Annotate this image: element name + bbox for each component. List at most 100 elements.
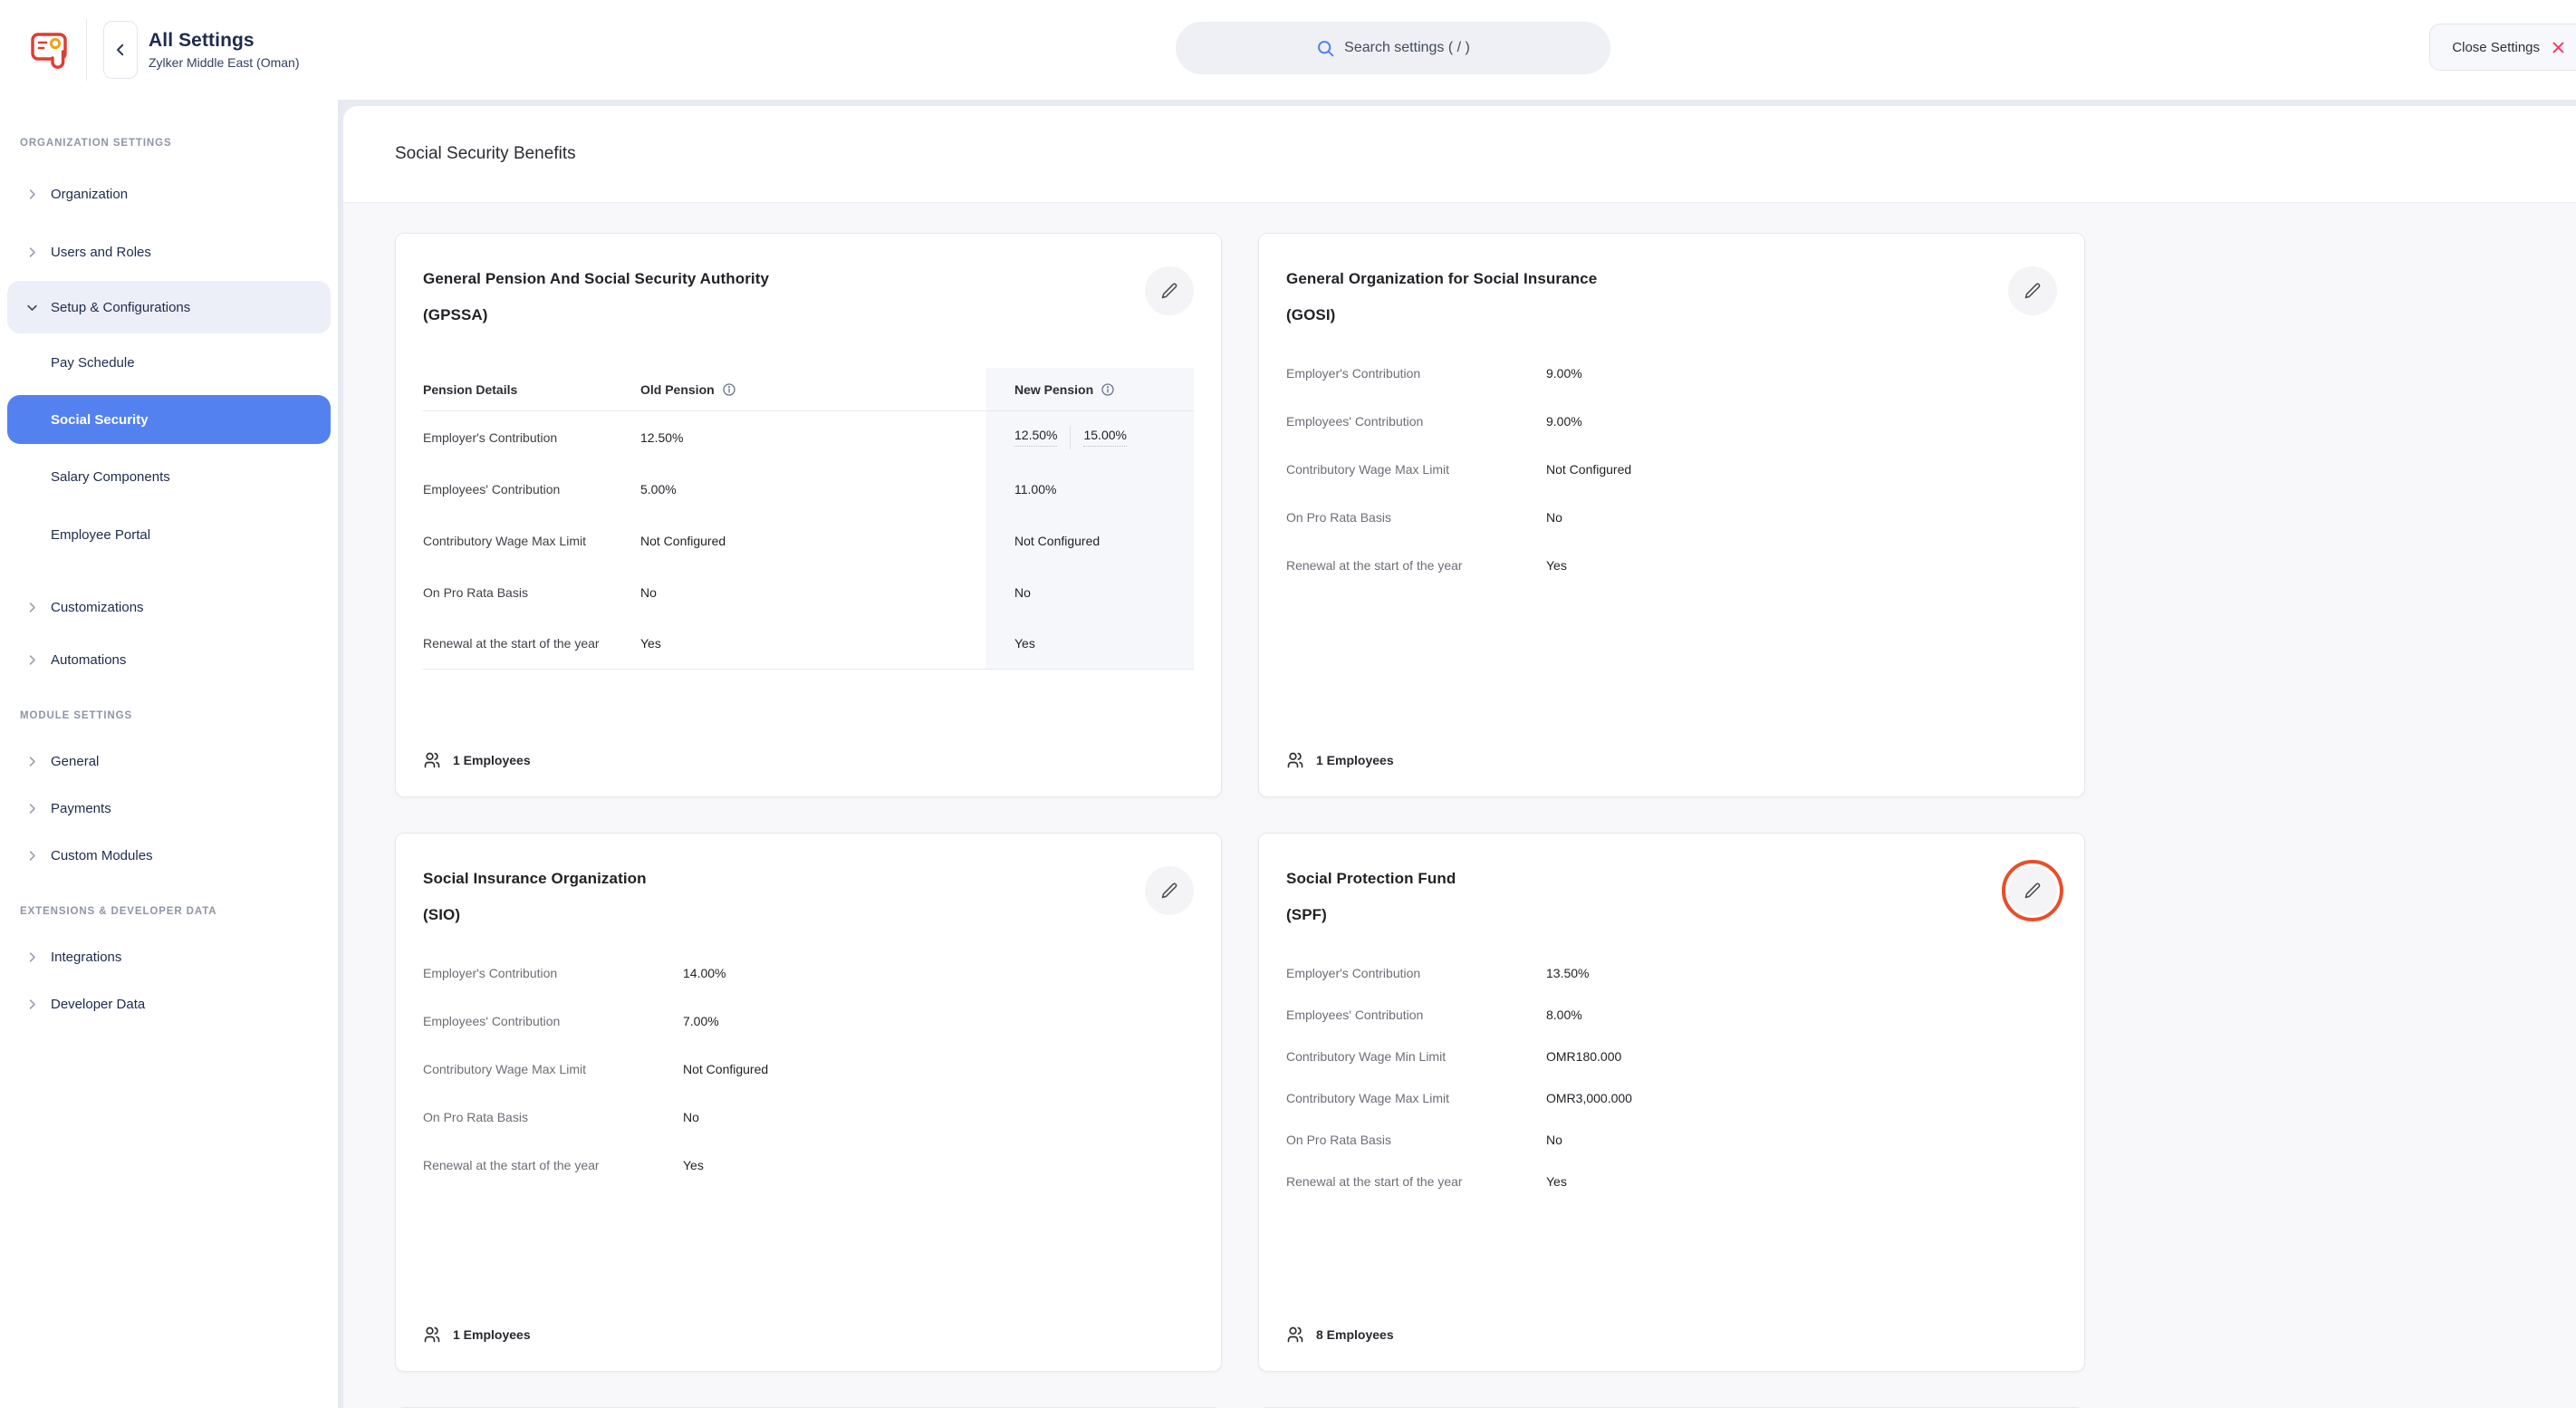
back-button[interactable] xyxy=(103,21,138,79)
gpssa-employees-count: 1 Employees xyxy=(423,751,1194,769)
gpssa-card: General Pension And Social Security Auth… xyxy=(395,233,1222,797)
table-row-new-value: 11.00% xyxy=(985,463,1194,515)
pencil-icon xyxy=(1160,282,1178,300)
sidebar-item-employee-portal[interactable]: Employee Portal xyxy=(0,506,338,564)
sio-card-title: Social Insurance Organization (SIO) xyxy=(423,861,647,933)
sidebar-item-salary-components[interactable]: Salary Components xyxy=(0,448,338,506)
pencil-icon xyxy=(2023,882,2042,900)
sidebar-item-general[interactable]: General xyxy=(0,738,338,785)
sio-details: Employer's Contribution14.00% Employees'… xyxy=(423,966,1194,1206)
search-icon xyxy=(1316,39,1335,58)
gosi-card-title: General Organization for Social Insuranc… xyxy=(1286,261,1597,333)
pension-table: Pension Details Old Pension New Pension … xyxy=(423,368,1194,670)
chevron-right-icon xyxy=(25,246,40,259)
table-row-new-value: 12.50% 15.00% xyxy=(985,411,1194,463)
sio-edit-button[interactable] xyxy=(1145,866,1194,915)
chevron-right-icon xyxy=(25,755,40,768)
detail-label: On Pro Rata Basis xyxy=(423,1110,683,1124)
table-row-label: Renewal at the start of the year xyxy=(423,618,640,670)
table-row-new-value: Not Configured xyxy=(985,515,1194,566)
table-row-label: Contributory Wage Max Limit xyxy=(423,515,640,566)
table-row-old-value: Yes xyxy=(640,618,985,670)
sidebar-item-organization[interactable]: Organization xyxy=(0,165,338,223)
info-icon[interactable] xyxy=(722,382,736,397)
spf-employees-count: 8 Employees xyxy=(1286,1326,2057,1344)
table-row-label: Employees' Contribution xyxy=(423,463,640,515)
gosi-employees-count: 1 Employees xyxy=(1286,751,2057,769)
gosi-edit-button[interactable] xyxy=(2008,266,2057,315)
new-pension-value-2[interactable]: 15.00% xyxy=(1083,428,1126,447)
page-context-title: All Settings xyxy=(149,30,299,52)
chevron-right-icon xyxy=(25,802,40,815)
sidebar-item-label: Setup & Configurations xyxy=(51,300,190,315)
payroll-logo-icon[interactable] xyxy=(30,28,70,72)
sidebar-item-customizations[interactable]: Customizations xyxy=(0,578,338,636)
sidebar-item-pay-schedule[interactable]: Pay Schedule xyxy=(0,333,338,391)
info-icon[interactable] xyxy=(1101,382,1115,397)
sidebar-item-payments[interactable]: Payments xyxy=(0,785,338,832)
spf-details: Employer's Contribution13.50% Employees'… xyxy=(1286,966,2057,1216)
search-input[interactable]: Search settings ( / ) xyxy=(1176,22,1610,74)
section-organization-settings: ORGANIZATION SETTINGS xyxy=(20,138,338,149)
users-icon xyxy=(423,1326,441,1344)
spf-edit-button-highlighted[interactable] xyxy=(2008,866,2057,915)
detail-value: Yes xyxy=(1546,558,1567,573)
detail-value: OMR3,000.000 xyxy=(1546,1091,1632,1105)
detail-label: Contributory Wage Min Limit xyxy=(1286,1049,1546,1064)
spf-card: Social Protection Fund (SPF) Employer's … xyxy=(1258,833,2085,1372)
sidebar-item-integrations[interactable]: Integrations xyxy=(0,933,338,980)
pension-table-header: Pension Details xyxy=(423,368,640,411)
section-module-settings: MODULE SETTINGS xyxy=(20,710,338,721)
employees-count-label: 1 Employees xyxy=(1316,753,1394,767)
employees-count-label: 1 Employees xyxy=(453,1327,531,1342)
sidebar-item-label: Pay Schedule xyxy=(51,355,135,371)
chevron-down-icon xyxy=(25,301,40,314)
users-icon xyxy=(1286,1326,1304,1344)
detail-label: Renewal at the start of the year xyxy=(1286,1174,1546,1189)
close-icon xyxy=(2551,40,2566,55)
users-icon xyxy=(423,751,441,769)
sidebar-item-label: Payments xyxy=(51,801,111,816)
header-divider xyxy=(86,19,87,81)
detail-label: On Pro Rata Basis xyxy=(1286,1133,1546,1147)
sidebar-item-label: Customizations xyxy=(51,600,144,615)
page-title: Social Security Benefits xyxy=(395,144,576,164)
sidebar-item-automations[interactable]: Automations xyxy=(0,636,338,683)
main-panel: Social Security Benefits General Pension… xyxy=(343,106,2576,1408)
chevron-right-icon xyxy=(25,601,40,614)
page-title-bar: Social Security Benefits xyxy=(343,106,2576,203)
sidebar-item-label: Custom Modules xyxy=(51,848,153,863)
sidebar-item-users-and-roles[interactable]: Users and Roles xyxy=(0,223,338,281)
table-row-label: Employer's Contribution xyxy=(423,411,640,463)
detail-label: Employees' Contribution xyxy=(423,1014,683,1028)
sidebar-item-custom-modules[interactable]: Custom Modules xyxy=(0,832,338,879)
value-divider xyxy=(1070,426,1071,449)
gpssa-card-title: General Pension And Social Security Auth… xyxy=(423,261,769,333)
sidebar-item-setup-configurations[interactable]: Setup & Configurations xyxy=(7,281,331,333)
close-settings-label: Close Settings xyxy=(2452,40,2540,55)
pencil-icon xyxy=(2023,282,2042,300)
detail-value: Yes xyxy=(1546,1174,1567,1189)
table-row-new-value: Yes xyxy=(985,618,1194,670)
chevron-right-icon xyxy=(25,653,40,667)
sidebar-item-label: Organization xyxy=(51,187,128,202)
new-pension-value-1[interactable]: 12.50% xyxy=(1014,428,1057,447)
detail-label: On Pro Rata Basis xyxy=(1286,510,1546,525)
close-settings-button[interactable]: Close Settings xyxy=(2429,24,2576,71)
detail-value: 7.00% xyxy=(683,1014,719,1028)
sidebar-item-label: Users and Roles xyxy=(51,245,151,260)
section-extensions-developer-data: EXTENSIONS & DEVELOPER DATA xyxy=(20,906,338,917)
sidebar-item-social-security-active[interactable]: Social Security xyxy=(7,395,331,444)
table-row-old-value: Not Configured xyxy=(640,515,985,566)
detail-value: OMR180.000 xyxy=(1546,1049,1621,1064)
gpssa-edit-button[interactable] xyxy=(1145,266,1194,315)
sidebar-item-label: Salary Components xyxy=(51,469,170,485)
chevron-left-icon xyxy=(112,42,129,58)
header-title-block: All Settings Zylker Middle East (Oman) xyxy=(149,30,299,70)
pension-table-header: Old Pension xyxy=(640,368,985,411)
detail-value: 9.00% xyxy=(1546,414,1582,429)
detail-label: Employees' Contribution xyxy=(1286,414,1546,429)
sidebar-item-label: Developer Data xyxy=(51,997,145,1012)
detail-label: Contributory Wage Max Limit xyxy=(1286,462,1546,477)
sidebar-item-developer-data[interactable]: Developer Data xyxy=(0,980,338,1027)
